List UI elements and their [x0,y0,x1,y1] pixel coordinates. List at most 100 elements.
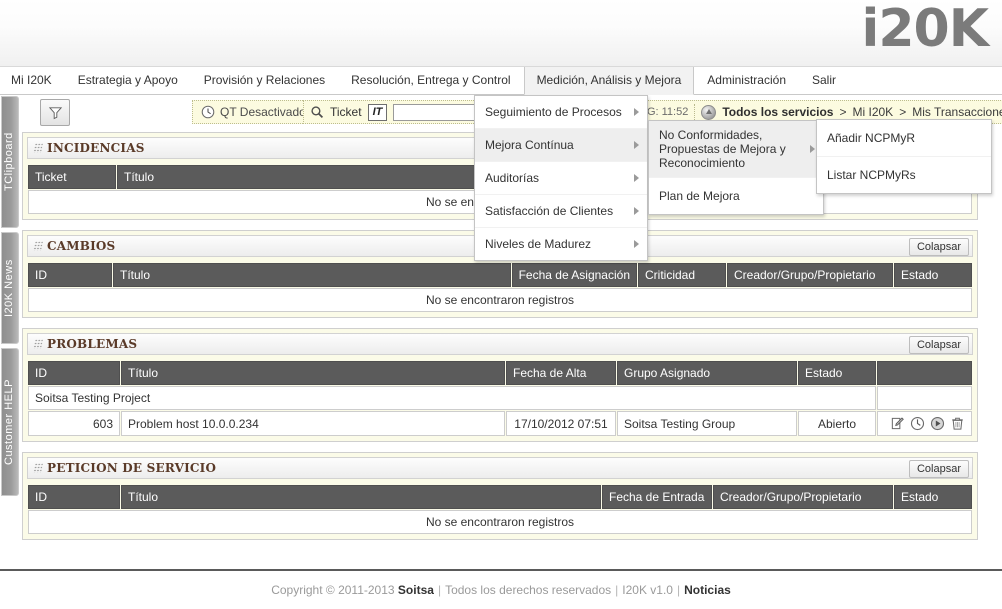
footer-news-link[interactable]: Noticias [684,583,731,597]
col-estado[interactable]: Estado [894,263,972,287]
empty-message: No se encontraron registros [28,288,972,312]
col-creador[interactable]: Creador/Grupo/Propietario [713,485,893,509]
breadcrumb-level-2[interactable]: Mi I20K [853,105,894,119]
menu-item-niveles-de-madurez[interactable]: Niveles de Madurez [475,228,647,260]
cell-grupo: Soitsa Testing Group [617,411,797,436]
empty-message: No se encontraron registros [28,510,972,534]
breadcrumb-level-3[interactable]: Mis Transacciones [912,105,1002,119]
trash-icon[interactable] [950,416,965,431]
col-id[interactable]: ID [28,263,112,287]
ticket-search-label: Ticket [330,105,362,119]
group-label: Soitsa Testing Project [28,386,876,410]
menu-item-anadir-ncpmyr[interactable]: Añadir NCPMyR [817,120,991,157]
nav-item-estrategia[interactable]: Estrategia y Apoyo [65,67,191,95]
sidetab-i20k-news[interactable]: I20K News [1,232,19,344]
menu-item-label: Seguimiento de Procesos [485,105,622,119]
col-id[interactable]: ID [28,361,120,385]
footer-company: Soitsa [398,583,434,597]
breadcrumb-divider [694,104,695,120]
menu-item-label: Mejora Contínua [485,138,574,152]
forward-icon[interactable] [930,416,945,431]
breadcrumb-root[interactable]: Todos los servicios [722,105,833,119]
edit-icon[interactable] [890,416,905,431]
menu-item-plan-de-mejora[interactable]: Plan de Mejora [649,178,823,214]
page-footer: Copyright © 2011-2013 Soitsa | Todos los… [0,569,1002,609]
col-ticket[interactable]: Ticket [28,165,116,189]
collapse-button-cambios[interactable]: Colapsar [909,238,969,256]
breadcrumb-sep-2: > [899,105,906,119]
footer-rights: Todos los derechos reservados [445,583,611,597]
side-tab-strip: TClipboard I20K News Customer HELP [0,96,20,561]
chevron-right-icon [634,207,639,215]
menu-medicion-level1: Seguimiento de Procesos Mejora Contínua … [474,95,648,261]
chevron-right-icon [810,145,815,153]
menu-item-no-conformidades[interactable]: No Conformidades, Propuestas de Mejora y… [649,121,823,178]
main-navigation: Mi I20K Estrategia y Apoyo Provisión y R… [0,67,1002,95]
col-fecha-entrada[interactable]: Fecha de Entrada [602,485,712,509]
col-fecha-alta[interactable]: Fecha de Alta [506,361,616,385]
table-header-row: ID Título Fecha de Alta Grupo Asignado E… [28,361,972,385]
nav-list: Mi I20K Estrategia y Apoyo Provisión y R… [0,67,1002,95]
menu-item-label: Satisfacción de Clientes [485,204,613,218]
table-header-row: ID Título Fecha de Entrada Creador/Grupo… [28,485,972,509]
clock-icon[interactable] [910,416,925,431]
breadcrumb-sep-1: > [839,105,846,119]
sidetab-customer-help[interactable]: Customer HELP [1,348,19,496]
footer-sep-1: | [438,583,441,597]
col-titulo[interactable]: Título [113,263,511,287]
qt-status-label: QT Desactivado [220,105,306,119]
col-id[interactable]: ID [28,485,120,509]
application-root: i20K Mi I20K Estrategia y Apoyo Provisió… [0,0,1002,609]
panel-title-problemas: PROBLEMAS [47,337,137,351]
col-creador[interactable]: Creador/Grupo/Propietario [727,263,893,287]
col-criticidad[interactable]: Criticidad [638,263,726,287]
table-cambios: ID Título Fecha de Asignación Criticidad… [27,262,973,313]
col-titulo[interactable]: Título [121,485,601,509]
menu-item-label: Auditorías [485,171,539,185]
table-empty-row: No se encontraron registros [28,510,972,534]
chevron-right-icon [634,108,639,116]
magnifier-icon[interactable] [310,105,324,119]
ticket-search-input[interactable] [393,104,477,121]
col-grupo-asignado[interactable]: Grupo Asignado [617,361,797,385]
collapse-button-peticion[interactable]: Colapsar [909,460,969,478]
nav-item-medicion[interactable]: Medición, Análisis y Mejora [524,67,695,95]
drag-grip-icon[interactable] [33,463,43,473]
menu-mejora-continua-level2: No Conformidades, Propuestas de Mejora y… [648,120,824,215]
footer-sep-2: | [615,583,618,597]
nav-item-mi-i20k[interactable]: Mi I20K [0,67,65,95]
nav-item-provision[interactable]: Provisión y Relaciones [191,67,338,95]
menu-item-satisfaccion-de-clientes[interactable]: Satisfacción de Clientes [475,195,647,228]
table-empty-row: No se encontraron registros [28,288,972,312]
menu-item-label: Listar NCPMyRs [827,168,916,182]
col-estado[interactable]: Estado [894,485,972,509]
menu-item-seguimiento-de-procesos[interactable]: Seguimiento de Procesos [475,96,647,129]
chevron-right-icon [634,141,639,149]
col-titulo[interactable]: Título [121,361,505,385]
ticket-type-badge[interactable]: IT [368,104,388,121]
menu-item-mejora-continua[interactable]: Mejora Contínua [475,129,647,162]
group-actions-spacer [877,386,972,410]
app-logo: i20K [862,0,988,60]
nav-item-resolucion[interactable]: Resolución, Entrega y Control [338,67,523,95]
menu-item-listar-ncpmyrs[interactable]: Listar NCPMyRs [817,157,991,193]
filter-button[interactable] [40,99,70,126]
menu-item-auditorias[interactable]: Auditorías [475,162,647,195]
table-row[interactable]: 603 Problem host 10.0.0.234 17/10/2012 0… [28,411,972,436]
sidetab-tclipboard[interactable]: TClipboard [1,96,19,228]
col-estado[interactable]: Estado [798,361,876,385]
nav-item-salir[interactable]: Salir [799,67,849,95]
footer-sep-3: | [677,583,680,597]
drag-grip-icon[interactable] [33,339,43,349]
collapse-button-problemas[interactable]: Colapsar [909,336,969,354]
chevron-right-icon [634,174,639,182]
page-header: i20K [0,0,1002,67]
drag-grip-icon[interactable] [33,241,43,251]
nav-item-administracion[interactable]: Administración [694,67,799,95]
menu-ncpmyr-level3: Añadir NCPMyR Listar NCPMyRs [816,119,992,194]
qt-status-widget[interactable]: QT Desactivado [192,100,315,124]
table-problemas: ID Título Fecha de Alta Grupo Asignado E… [27,360,973,437]
panel-problemas: PROBLEMAS Colapsar ID Título Fecha de Al… [22,328,978,442]
col-fecha-asignacion[interactable]: Fecha de Asignación [512,263,637,287]
drag-grip-icon[interactable] [33,143,43,153]
